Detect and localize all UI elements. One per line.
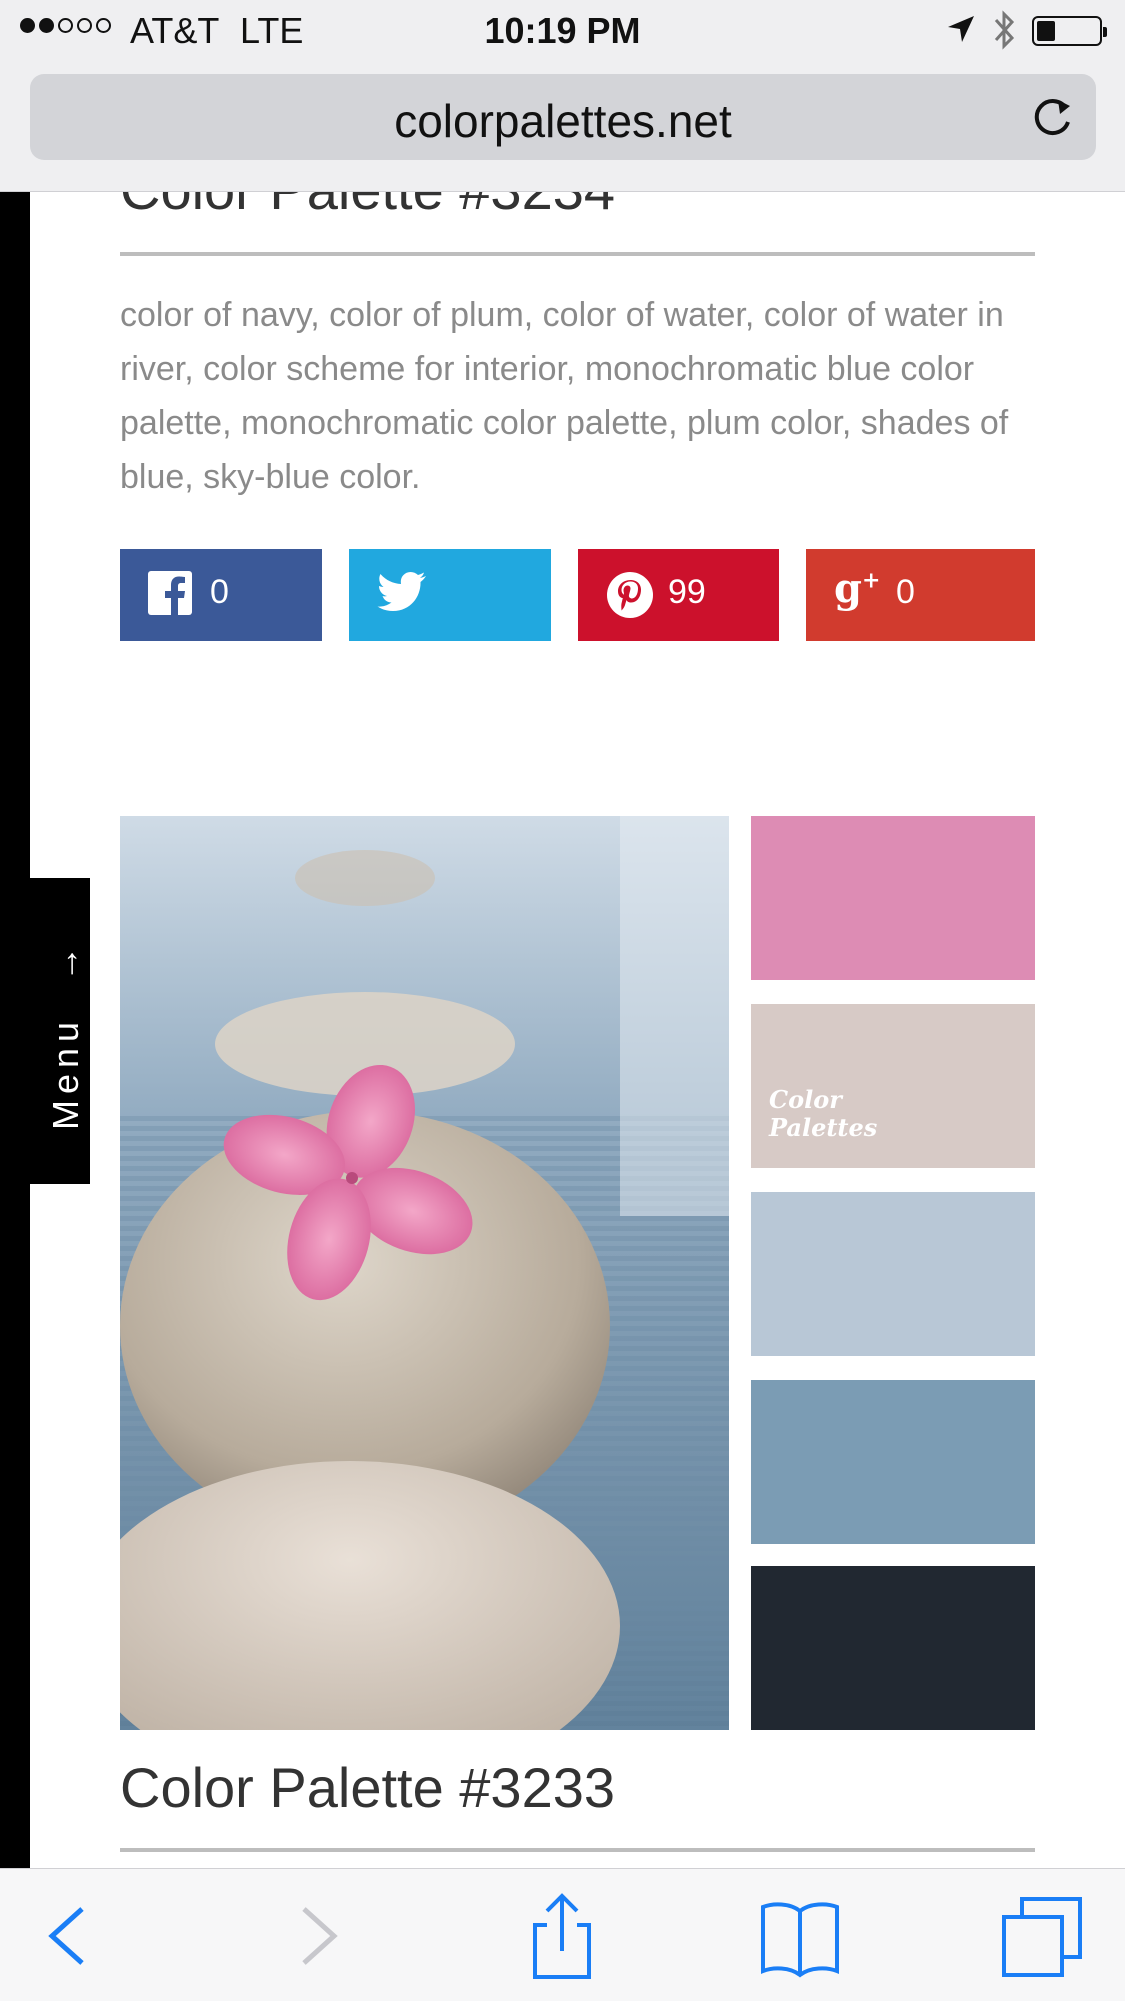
twitter-share-button[interactable]	[349, 549, 551, 641]
facebook-icon	[148, 571, 192, 615]
back-icon[interactable]	[22, 1891, 112, 1981]
pinterest-share-button[interactable]: 99	[578, 549, 779, 641]
zen-stones-flower-image	[120, 816, 729, 1730]
next-post-title[interactable]: Color Palette #3233	[120, 1756, 615, 1820]
side-menu-strip	[0, 192, 30, 1868]
share-icon[interactable]	[517, 1891, 607, 1981]
palette-photo[interactable]	[120, 816, 729, 1730]
facebook-share-button[interactable]: 0	[120, 549, 322, 641]
pinterest-share-count: 99	[668, 573, 706, 611]
facebook-share-count: 0	[210, 573, 229, 611]
googleplus-share-button[interactable]: g+ 0	[806, 549, 1035, 641]
palette-swatch-3[interactable]	[751, 1192, 1035, 1356]
pinterest-icon	[607, 572, 653, 618]
reload-icon[interactable]	[1030, 94, 1076, 140]
watermark-logo: Color Palettes	[769, 1085, 878, 1142]
palette-swatch-2[interactable]: Color Palettes	[751, 1004, 1035, 1168]
address-bar-overlay: colorpalettes.net	[0, 62, 1125, 192]
forward-icon[interactable]	[272, 1891, 362, 1981]
status-bar: AT&T LTE 10:19 PM	[0, 0, 1125, 62]
twitter-icon	[377, 572, 426, 611]
location-arrow-icon	[948, 16, 974, 42]
browser-toolbar	[0, 1868, 1125, 2001]
tabs-icon[interactable]	[1000, 1891, 1090, 1981]
menu-label: Menu →	[45, 946, 87, 1130]
menu-label-text: Menu	[45, 1015, 86, 1130]
title-divider	[120, 1848, 1035, 1852]
post-tags: color of navy, color of plum, color of w…	[120, 296, 1009, 496]
arrow-right-icon: →	[45, 945, 86, 982]
title-divider	[120, 252, 1035, 256]
palette-swatch-1[interactable]	[751, 816, 1035, 980]
palette-swatch-5[interactable]	[751, 1566, 1035, 1730]
bluetooth-icon	[994, 10, 1015, 50]
battery-icon	[1032, 16, 1107, 46]
url-text-overlay[interactable]: colorpalettes.net	[30, 94, 1096, 148]
palette-swatch-4[interactable]	[751, 1380, 1035, 1544]
bookmarks-icon[interactable]	[755, 1891, 845, 1981]
googleplus-share-count: 0	[896, 573, 915, 611]
google-plus-icon: g+	[834, 565, 881, 612]
